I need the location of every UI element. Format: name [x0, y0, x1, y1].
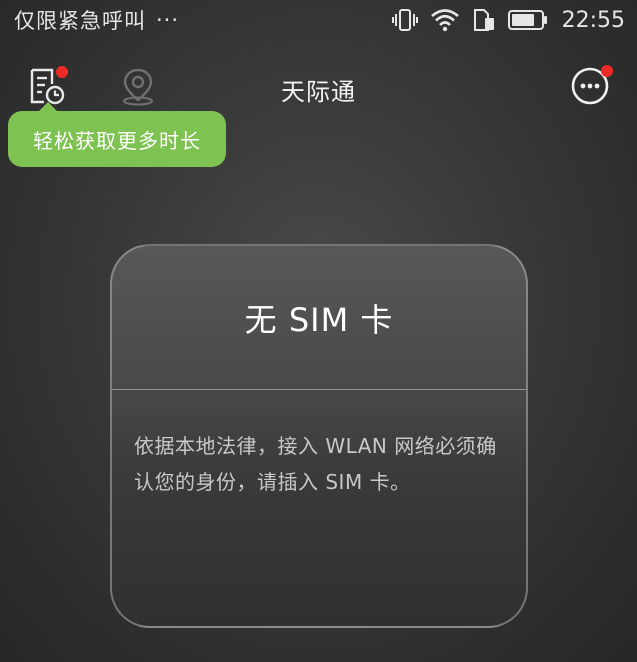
carrier-label: 仅限紧急呼叫: [14, 9, 146, 33]
app-title: 天际通: [281, 78, 356, 106]
no-sim-title: 无 SIM 卡: [244, 300, 394, 339]
battery-icon: [507, 9, 548, 31]
top-app-bar: 天际通: [0, 58, 637, 118]
wifi-icon: [430, 8, 460, 32]
more-button[interactable]: [568, 65, 613, 110]
promo-tooltip[interactable]: 轻松获取更多时长: [8, 102, 226, 167]
status-right: 22:55: [391, 7, 625, 33]
more-badge: [601, 65, 613, 77]
status-left: 仅限紧急呼叫 ···: [14, 5, 179, 35]
no-sim-header: 无 SIM 卡: [112, 246, 526, 390]
overflow-dots: ···: [156, 8, 180, 32]
clock: 22:55: [561, 7, 625, 33]
sim-icon: [472, 8, 496, 32]
vibrate-icon: [391, 8, 418, 32]
no-sim-message: 依据本地法律，接入 WLAN 网络必须确认您的身份，请插入 SIM 卡。: [134, 434, 497, 494]
promo-tooltip-text: 轻松获取更多时长: [33, 128, 201, 153]
status-bar: 仅限紧急呼叫 ··· 22:55: [0, 0, 637, 40]
no-sim-card: 无 SIM 卡 依据本地法律，接入 WLAN 网络必须确认您的身份，请插入 SI…: [110, 244, 528, 628]
